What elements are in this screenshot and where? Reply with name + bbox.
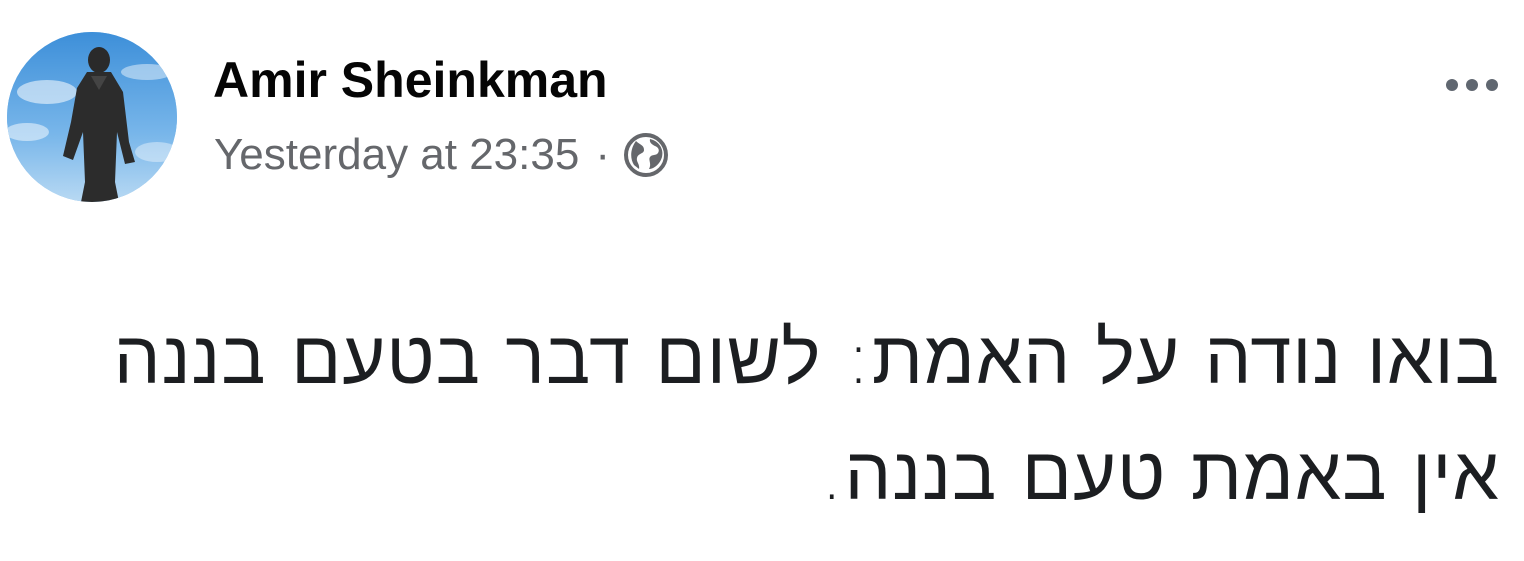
post-meta: Yesterday at 23:35 · bbox=[214, 125, 670, 185]
menu-dot bbox=[1486, 79, 1498, 91]
post-body-text: בואו נודה על האמת: לשום דבר בטעם בננה אי… bbox=[113, 315, 1500, 517]
post-card: Amir Sheinkman Yesterday at 23:35 · בואו… bbox=[0, 0, 1524, 561]
globe-icon[interactable] bbox=[622, 131, 670, 179]
post-timestamp[interactable]: Yesterday at 23:35 bbox=[214, 130, 579, 180]
meta-separator: · bbox=[595, 130, 610, 179]
author-avatar[interactable] bbox=[7, 32, 177, 202]
avatar-photo bbox=[7, 32, 177, 202]
menu-dot bbox=[1446, 79, 1458, 91]
more-options-icon[interactable] bbox=[1432, 60, 1512, 110]
author-name[interactable]: Amir Sheinkman bbox=[213, 50, 608, 110]
menu-dot bbox=[1466, 79, 1478, 91]
